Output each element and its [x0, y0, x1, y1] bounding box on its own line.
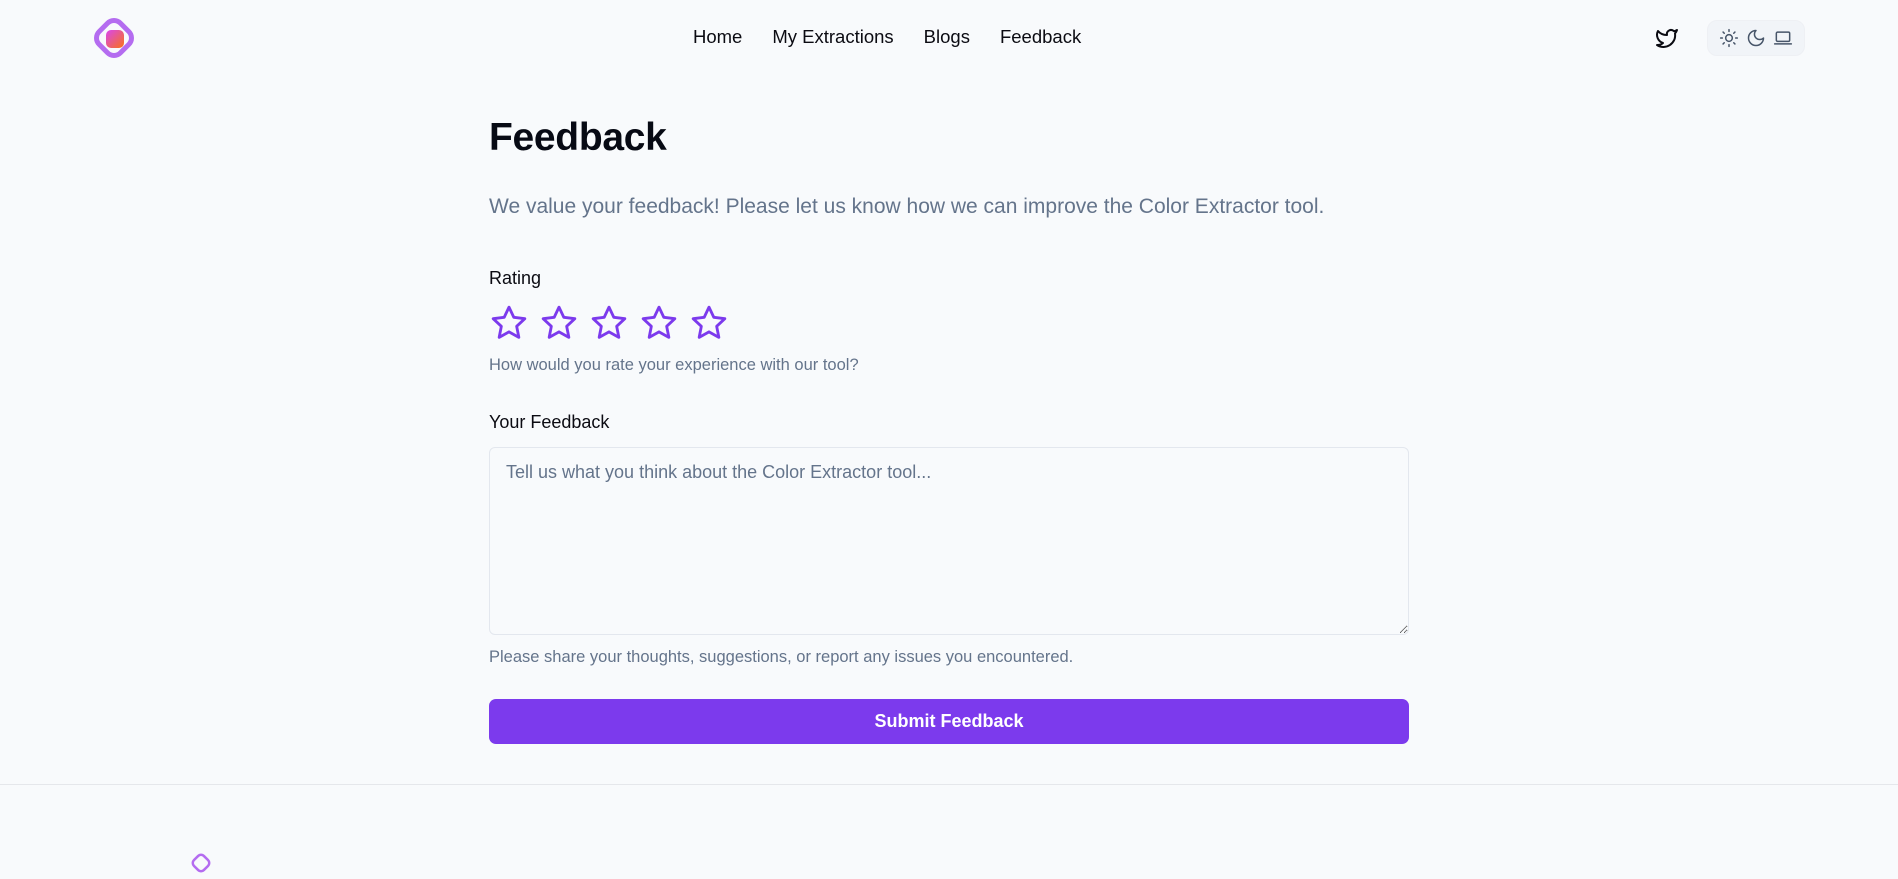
page-subtitle: We value your feedback! Please let us kn… [489, 195, 1325, 218]
star-icon-5[interactable] [689, 303, 729, 343]
submit-feedback-button[interactable]: Submit Feedback [489, 699, 1409, 744]
star-icon-3[interactable] [589, 303, 629, 343]
laptop-icon[interactable] [1773, 28, 1793, 48]
page-title: Feedback [489, 116, 667, 159]
sun-icon[interactable] [1719, 28, 1739, 48]
main-nav: Home My Extractions Blogs Feedback [693, 26, 1081, 48]
feedback-textarea[interactable] [489, 447, 1409, 635]
star-rating [489, 303, 729, 343]
twitter-icon[interactable] [1655, 26, 1679, 50]
moon-icon[interactable] [1746, 28, 1766, 48]
nav-blogs[interactable]: Blogs [924, 26, 970, 48]
feedback-help-text: Please share your thoughts, suggestions,… [489, 648, 1074, 666]
site-header: Home My Extractions Blogs Feedback [0, 0, 1898, 78]
nav-home[interactable]: Home [693, 26, 742, 48]
star-icon-4[interactable] [639, 303, 679, 343]
theme-toggle [1707, 20, 1805, 56]
logo-icon[interactable] [88, 12, 140, 64]
rating-help-text: How would you rate your experience with … [489, 356, 859, 374]
footer-logo-icon [190, 852, 212, 874]
feedback-label: Your Feedback [489, 412, 610, 432]
star-icon-2[interactable] [539, 303, 579, 343]
rating-label: Rating [489, 268, 542, 288]
footer-divider [0, 784, 1898, 785]
star-icon-1[interactable] [489, 303, 529, 343]
nav-my-extractions[interactable]: My Extractions [772, 26, 893, 48]
nav-feedback[interactable]: Feedback [1000, 26, 1081, 48]
